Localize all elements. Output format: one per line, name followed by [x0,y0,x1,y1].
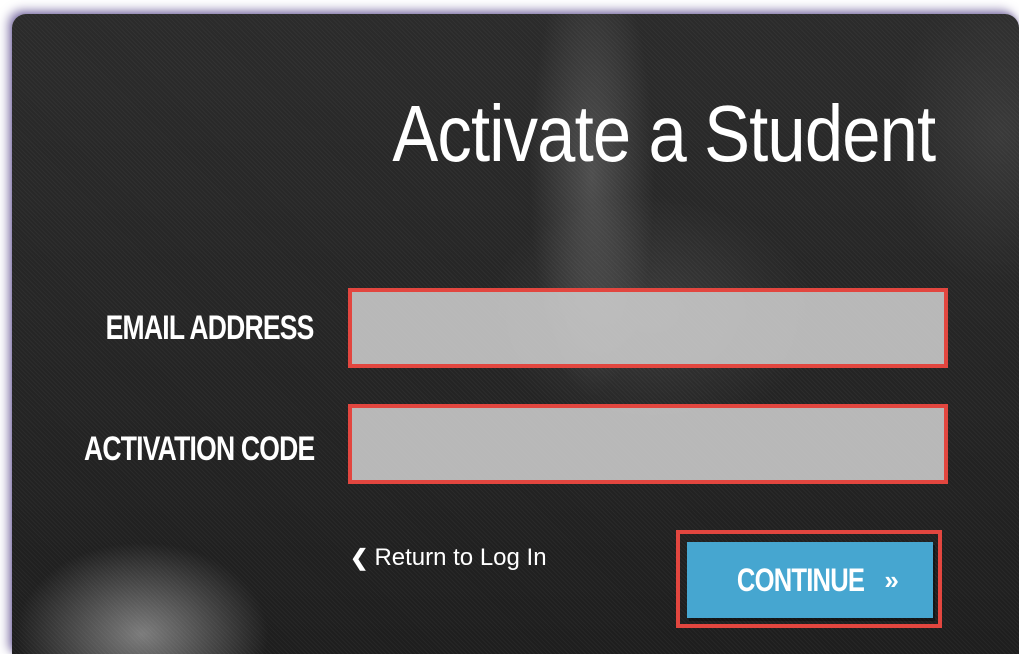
continue-button-highlight: CONTINUE » [676,530,942,628]
email-field[interactable] [352,292,944,364]
return-to-login-label: Return to Log In [374,544,547,571]
activation-code-field[interactable] [352,408,944,480]
double-chevron-right-icon: » [884,564,899,595]
continue-button[interactable]: CONTINUE » [687,542,933,618]
email-address-label: EMAIL ADDRESS [106,309,315,347]
page-title: Activate a Student [392,89,936,178]
return-to-login-link[interactable]: ❮ Return to Log In [350,544,547,572]
chevron-left-icon: ❮ [350,545,369,570]
continue-button-label: CONTINUE [737,561,865,598]
activation-code-label: ACTIVATION CODE [83,430,315,468]
activation-code-field-box [348,404,948,484]
email-field-box [348,288,948,368]
activation-panel: Activate a Student EMAIL ADDRESS ACTIVAT… [12,14,1019,654]
